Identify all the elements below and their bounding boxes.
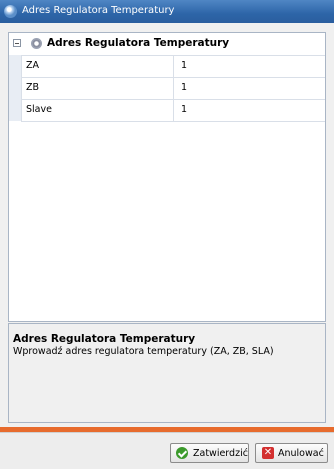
description-title: Adres Regulatora Temperatury xyxy=(13,333,196,345)
column-divider xyxy=(173,77,174,99)
property-grid: Adres Regulatora Temperatury ZA 1 ZB 1 S… xyxy=(8,32,326,322)
property-value[interactable]: 1 xyxy=(181,104,187,115)
close-icon: ✕ xyxy=(262,447,274,459)
property-row-zb[interactable]: ZB 1 xyxy=(21,77,325,100)
collapse-icon[interactable] xyxy=(13,39,21,47)
confirm-label: Zatwierdzić xyxy=(193,448,248,459)
property-name: Slave xyxy=(26,104,52,115)
cancel-button[interactable]: ✕ Anulować xyxy=(255,443,328,463)
gear-icon xyxy=(31,38,42,49)
title-bar[interactable]: Adres Regulatora Temperatury xyxy=(0,0,334,23)
confirm-button[interactable]: Zatwierdzić xyxy=(170,443,249,463)
property-name: ZB xyxy=(26,82,40,93)
category-row[interactable]: Adres Regulatora Temperatury xyxy=(9,33,325,56)
column-divider xyxy=(173,55,174,77)
property-value[interactable]: 1 xyxy=(181,82,187,93)
description-text: Wprowadź adres regulatora temperatury (Z… xyxy=(13,346,274,357)
category-label: Adres Regulatora Temperatury xyxy=(47,37,230,49)
cancel-label: Anulować xyxy=(278,448,324,459)
check-icon xyxy=(176,447,188,459)
property-row-slave[interactable]: Slave 1 xyxy=(21,99,325,122)
window-title: Adres Regulatora Temperatury xyxy=(22,5,175,16)
property-row-za[interactable]: ZA 1 xyxy=(21,55,325,78)
column-divider xyxy=(173,99,174,121)
dialog-footer: Zatwierdzić ✕ Anulować xyxy=(0,432,334,469)
app-icon xyxy=(4,5,17,18)
description-panel: Adres Regulatora Temperatury Wprowadź ad… xyxy=(8,323,326,423)
property-value[interactable]: 1 xyxy=(181,60,187,71)
property-name: ZA xyxy=(26,60,40,71)
dialog-window: Adres Regulatora Temperatury Adres Regul… xyxy=(0,0,334,469)
